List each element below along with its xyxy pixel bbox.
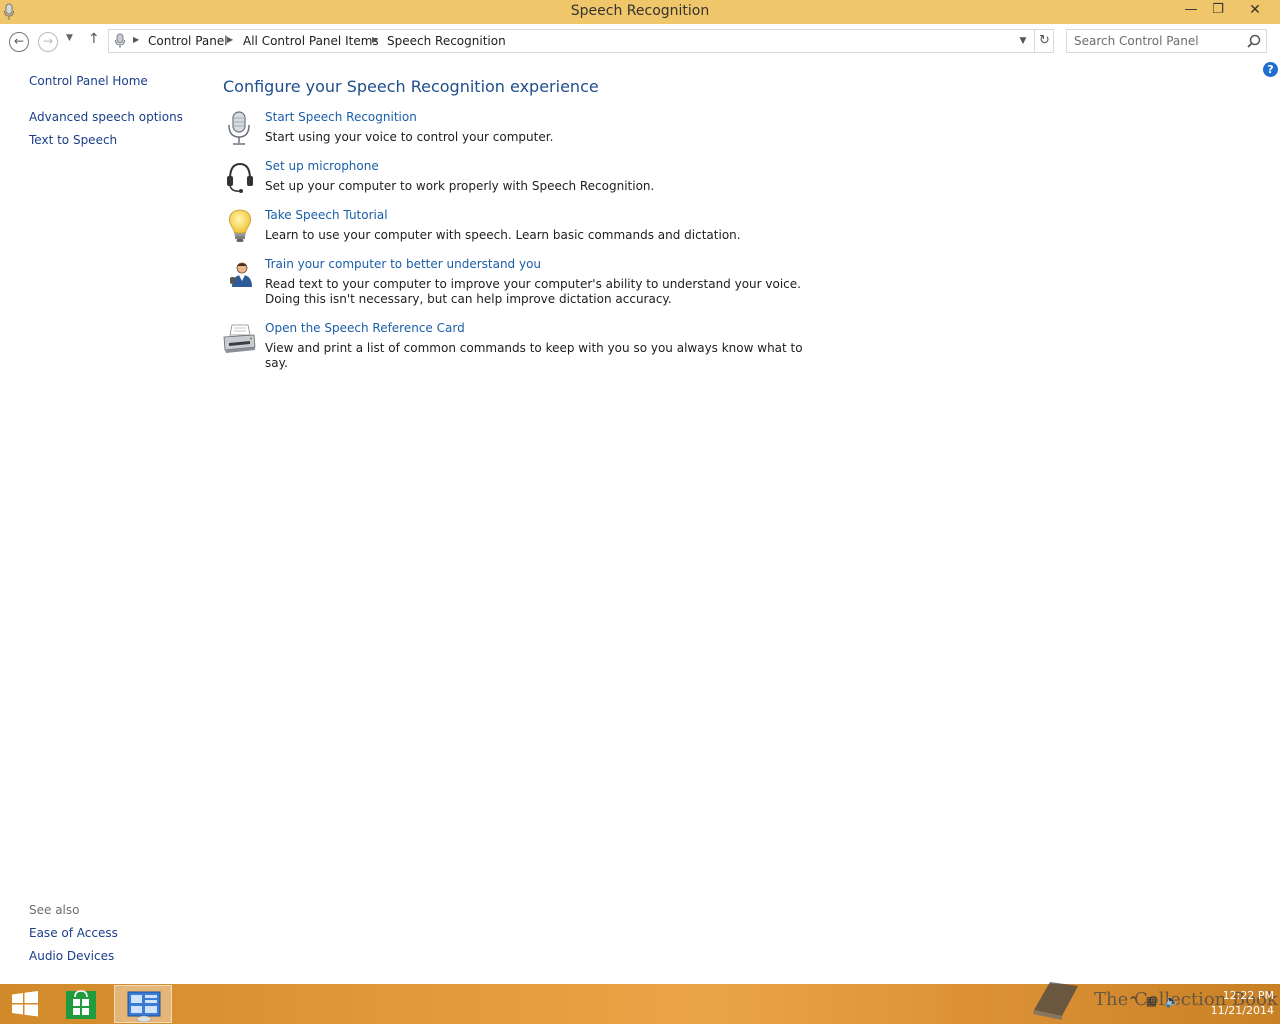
search-icon[interactable] [1246,33,1262,49]
breadcrumb-separator[interactable]: ▶ [133,35,139,44]
text-to-speech-link[interactable]: Text to Speech [29,133,117,147]
control-panel-icon [127,991,161,1023]
task-description: View and print a list of common commands… [265,341,803,370]
printer-icon [223,324,256,353]
clock[interactable]: 12:22 PM 11/21/2014 [1200,988,1274,1018]
breadcrumb-control-panel[interactable]: Control Panel [148,34,228,48]
clock-time: 12:22 PM [1222,989,1274,1002]
volume-icon[interactable]: 🔈 [1165,994,1180,1008]
back-button[interactable]: ← [9,32,29,52]
user-training-icon [230,262,252,287]
breadcrumb-speech-recognition[interactable]: Speech Recognition [387,34,506,48]
taskbar: The Collection Book ⌃ ▦ 🔈 12:22 PM 11/21… [0,982,1280,1024]
control-panel-home-link[interactable]: Control Panel Home [29,74,148,88]
close-button[interactable]: ✕ [1233,0,1277,22]
minimize-button[interactable]: — [1176,0,1206,22]
system-tray: ⌃ ▦ 🔈 [1128,994,1180,1008]
help-button[interactable]: ? [1263,62,1278,77]
task-description: Learn to use your computer with speech. … [265,228,741,242]
back-arrow-icon: ← [13,34,25,48]
breadcrumb-all-items[interactable]: All Control Panel Items [243,34,379,48]
show-hidden-icons-button[interactable]: ⌃ [1128,994,1138,1008]
microphone-icon [228,111,250,145]
breadcrumb-separator[interactable]: ▶ [372,35,378,44]
address-dropdown-button[interactable]: ▼ [1015,32,1031,50]
up-arrow-icon: ↑ [88,31,100,47]
search-input[interactable] [1067,30,1242,52]
chevron-down-icon: ▼ [1019,36,1027,46]
start-speech-recognition-link[interactable]: Start Speech Recognition [265,110,417,124]
set-up-microphone-link[interactable]: Set up microphone [265,159,379,173]
open-speech-reference-card-link[interactable]: Open the Speech Reference Card [265,321,465,335]
maximize-button[interactable]: ❐ [1204,0,1232,22]
window-title: Speech Recognition [570,3,710,19]
advanced-speech-options-link[interactable]: Advanced speech options [29,110,183,124]
search-box[interactable] [1066,29,1267,53]
address-bar[interactable]: ▶ Control Panel ▶ All Control Panel Item… [108,29,1054,53]
left-pane: Control Panel Home Advanced speech optio… [0,58,210,984]
recent-locations-button[interactable]: ▼ [66,33,73,43]
chevron-down-icon: ▼ [66,33,73,43]
refresh-button[interactable]: ↻ [1034,30,1054,52]
lightbulb-icon [229,209,251,242]
forward-button[interactable]: → [38,32,58,52]
take-speech-tutorial-link[interactable]: Take Speech Tutorial [265,208,388,222]
up-button[interactable]: ↑ [88,31,100,47]
network-icon[interactable]: ▦ [1146,994,1157,1008]
control-panel-taskbar-button[interactable] [114,985,172,1023]
microphone-icon [115,33,125,48]
clock-date: 11/21/2014 [1210,1004,1274,1017]
audio-devices-link[interactable]: Audio Devices [29,949,114,963]
task-description: Set up your computer to work properly wi… [265,179,655,193]
train-computer-link[interactable]: Train your computer to better understand… [265,257,541,271]
breadcrumb-separator[interactable]: ▶ [227,35,233,44]
page-title: Configure your Speech Recognition experi… [223,77,599,96]
ease-of-access-link[interactable]: Ease of Access [29,926,118,940]
book-icon [1033,982,1078,1020]
refresh-icon: ↻ [1039,33,1050,48]
title-bar: Speech Recognition — ❐ ✕ [0,0,1280,24]
headset-icon [227,162,253,193]
store-icon[interactable] [64,987,98,1021]
task-description: Read text to your computer to improve yo… [265,277,801,306]
see-also-heading: See also [29,903,80,917]
windows-start-button[interactable] [10,990,40,1018]
task-description: Start using your voice to control your c… [265,130,554,144]
forward-arrow-icon: → [42,34,54,48]
navigation-bar: ← → ▼ ↑ ▶ Control Panel ▶ All Control Pa… [0,24,1280,58]
